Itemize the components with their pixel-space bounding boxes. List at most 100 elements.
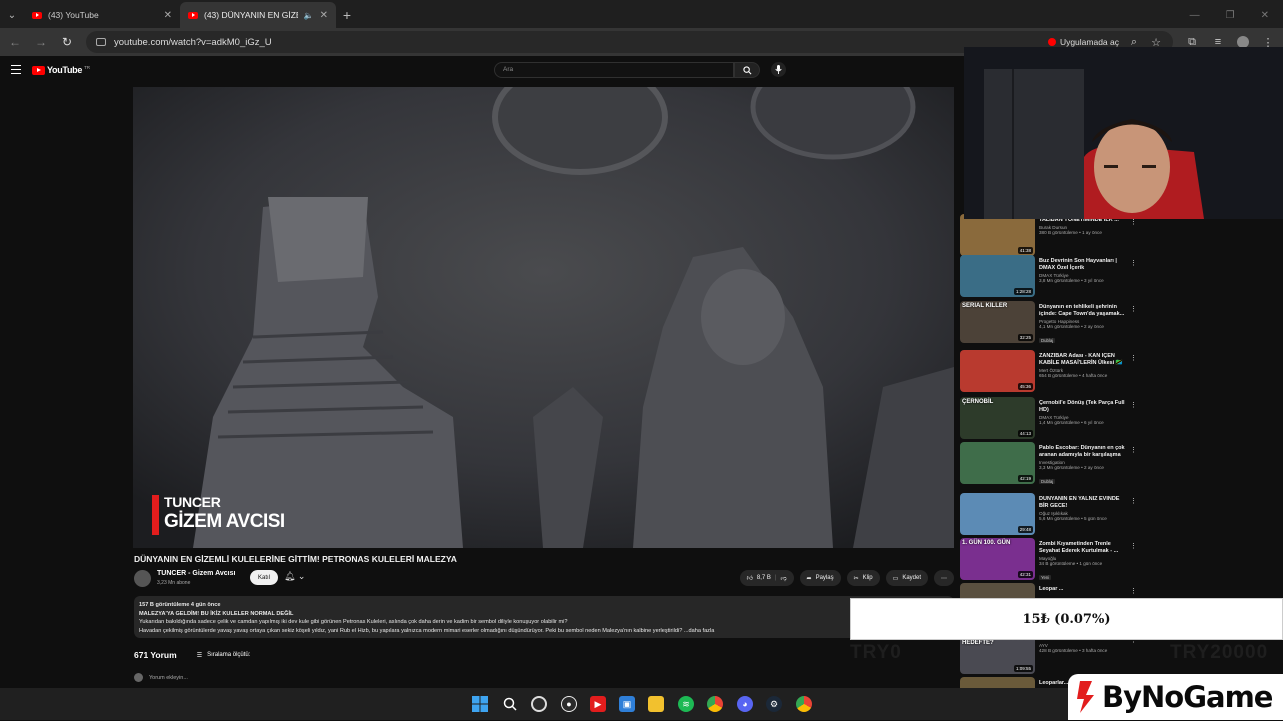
- steam-icon[interactable]: ⚙: [766, 696, 782, 712]
- chrome-2-icon[interactable]: [796, 696, 812, 712]
- more-actions-button[interactable]: ⋯: [934, 570, 954, 586]
- recommended-video[interactable]: SERIAL KILLER 32:25 Dünyanın en tehlikeli …: [960, 301, 1140, 345]
- youtube-masthead: YouTube TR: [0, 56, 964, 84]
- sponsor-logo: ByNoGame: [1068, 674, 1283, 720]
- url-text[interactable]: youtube.com/watch?v=adkM0_iGz_U: [114, 37, 272, 48]
- video-title[interactable]: Pablo Escobar: Dünyanın en çok aranan ad…: [1039, 445, 1129, 459]
- video-thumbnail[interactable]: SERIAL KILLER 32:25: [960, 301, 1035, 343]
- recommended-video[interactable]: 41:38 TALİBAN YÖNETİMİNDE İLK ... Burak Du…: [960, 214, 1140, 258]
- recommended-video[interactable]: 1. GÜN 100. GÜN 42:31 Zombi Kıyametinden T…: [960, 538, 1140, 582]
- video-title[interactable]: Dünyanın en tehlikeli şehrinin içinde: C…: [1039, 304, 1129, 318]
- open-in-app-button[interactable]: Uygulamada aç: [1047, 37, 1119, 47]
- site-info-icon[interactable]: [96, 38, 106, 46]
- add-comment-row[interactable]: Yorum ekleyin...: [134, 673, 188, 682]
- more-vertical-icon[interactable]: ⋮: [1130, 587, 1137, 595]
- new-tab-button[interactable]: +: [336, 2, 358, 28]
- video-duration: 45:36: [1017, 383, 1033, 390]
- voice-search-button[interactable]: [771, 62, 786, 77]
- save-playlist-icon: ▭: [892, 575, 899, 582]
- video-thumbnail[interactable]: 1:28:28: [960, 255, 1035, 297]
- more-vertical-icon[interactable]: ⋮: [1130, 497, 1137, 505]
- video-duration: 42:19: [1017, 475, 1033, 482]
- tab-search-icon[interactable]: ⌄: [0, 2, 24, 28]
- sort-comments-button[interactable]: ☰ Sıralama ölçütü:: [197, 652, 251, 659]
- video-title[interactable]: Buz Devrinin Son Hayvanları | DMAX Özel …: [1039, 258, 1129, 272]
- video-meta: 1,4 Mn görüntüleme • 6 yıl önce: [1039, 420, 1104, 426]
- tab-youtube[interactable]: (43) YouTube ✕: [24, 2, 180, 28]
- region-code: TR: [84, 65, 91, 70]
- youtube-app-icon[interactable]: ▶: [590, 696, 606, 712]
- recommended-video[interactable]: 45:36 ZANZİBAR Adası - KAN İÇEN KABİLE MA…: [960, 350, 1140, 394]
- video-thumbnail[interactable]: ÇERNOBİL 44:13: [960, 397, 1035, 439]
- channel-avatar[interactable]: [134, 570, 151, 587]
- like-button[interactable]: 👍︎ 8,7 B | 👎︎: [739, 570, 794, 586]
- windows-start-icon[interactable]: [472, 696, 488, 712]
- more-vertical-icon[interactable]: ⋮: [1130, 446, 1137, 454]
- recommended-video[interactable]: 42:19 Pablo Escobar: Dünyanın en çok aran…: [960, 442, 1140, 486]
- video-title[interactable]: ZANZİBAR Adası - KAN İÇEN KABİLE MASAİ'L…: [1039, 353, 1129, 367]
- taskbar-search-icon[interactable]: [502, 696, 518, 712]
- video-thumbnail[interactable]: 29:48: [960, 493, 1035, 535]
- join-button[interactable]: Katıl: [250, 570, 279, 585]
- forward-icon[interactable]: →: [34, 35, 48, 49]
- close-tab-icon[interactable]: ✕: [320, 10, 328, 21]
- tab-video[interactable]: (43) DÜNYANIN EN GİZEMLİ 🔈 ✕: [180, 2, 336, 28]
- like-count: 8,7 B: [756, 575, 771, 581]
- save-button[interactable]: ▭ Kaydet: [885, 570, 928, 586]
- video-title[interactable]: Çernobil'e Dönüş (Tek Parça Full HD): [1039, 400, 1129, 414]
- add-comment-input[interactable]: Yorum ekleyin...: [149, 675, 188, 681]
- github-icon[interactable]: ●: [561, 696, 577, 712]
- window-controls: — ❐ ✕: [1190, 2, 1283, 28]
- search-button[interactable]: [734, 62, 760, 78]
- more-vertical-icon[interactable]: ⋮: [1130, 305, 1137, 313]
- discord-icon[interactable]: ◕: [737, 696, 753, 712]
- minimize-icon[interactable]: —: [1190, 10, 1200, 21]
- tab-title: (43) YouTube: [48, 10, 99, 20]
- close-window-icon[interactable]: ✕: [1261, 10, 1269, 21]
- video-thumbnail[interactable]: 1. GÜN 100. GÜN 42:31: [960, 538, 1035, 580]
- clip-button[interactable]: ✂ Klip: [846, 570, 880, 586]
- file-explorer-icon[interactable]: [648, 696, 664, 712]
- video-title[interactable]: Leopar ...: [1039, 586, 1129, 593]
- video-thumbnail[interactable]: 42:19: [960, 442, 1035, 484]
- audio-playing-icon[interactable]: 🔈: [304, 11, 314, 20]
- more-vertical-icon[interactable]: ⋮: [1130, 218, 1137, 226]
- share-button[interactable]: ➦ Paylaş: [799, 570, 841, 586]
- watermark-bar: [152, 495, 159, 535]
- save-label: Kaydet: [902, 575, 921, 581]
- description-box[interactable]: 157 B görüntüleme 4 gün önce MALEZYA'YA …: [134, 596, 954, 638]
- video-player[interactable]: [133, 87, 954, 548]
- thumbs-down-icon[interactable]: 👎︎: [780, 574, 786, 582]
- more-vertical-icon[interactable]: ⋮: [1130, 542, 1137, 550]
- youtube-favicon-icon: [188, 11, 198, 19]
- video-title: DÜNYANIN EN GİZEMLİ KULELERİNE GİTTİM! P…: [134, 554, 457, 564]
- search-input[interactable]: Ara: [494, 62, 734, 78]
- video-thumbnail[interactable]: 41:38: [960, 214, 1035, 256]
- guide-menu-icon[interactable]: [11, 65, 21, 74]
- channel-name[interactable]: TUNCER - Gizem Avcısı: [157, 570, 235, 577]
- spotify-icon[interactable]: ≋: [678, 696, 694, 712]
- back-icon[interactable]: ←: [8, 35, 22, 49]
- photos-icon[interactable]: ▣: [619, 696, 635, 712]
- youtube-logo[interactable]: YouTube TR: [32, 65, 90, 75]
- chrome-beta-icon[interactable]: [531, 696, 547, 712]
- more-vertical-icon[interactable]: ⋮: [1130, 259, 1137, 267]
- notification-bell-icon[interactable]: 🔔︎ ⌄: [284, 571, 305, 582]
- video-thumbnail[interactable]: 45:36: [960, 350, 1035, 392]
- user-avatar: [134, 673, 143, 682]
- recommended-video[interactable]: 1:28:28 Buz Devrinin Son Hayvanları | DMA…: [960, 255, 1140, 299]
- thumbs-up-icon: 👍︎: [746, 576, 753, 582]
- video-title[interactable]: Zombi Kıyametinden Trenle Seyahat Ederek…: [1039, 541, 1129, 555]
- recommended-video[interactable]: 29:48 DÜNYANIN EN YALNIZ EVİNDE BİR GECE!…: [960, 493, 1140, 537]
- close-tab-icon[interactable]: ✕: [164, 10, 172, 21]
- more-vertical-icon[interactable]: ⋮: [1130, 354, 1137, 362]
- video-duration: 41:38: [1017, 247, 1033, 254]
- more-vertical-icon[interactable]: ⋮: [1130, 401, 1137, 409]
- chrome-icon[interactable]: [707, 696, 723, 712]
- recommended-video[interactable]: ÇERNOBİL 44:13 Çernobil'e Dönüş (Tek Parça…: [960, 397, 1140, 441]
- video-meta: 34 B görüntüleme • 1 gün önce: [1039, 561, 1103, 567]
- video-title[interactable]: DÜNYANIN EN YALNIZ EVİNDE BİR GECE!: [1039, 496, 1129, 510]
- more-horizontal-icon: ⋯: [941, 575, 947, 582]
- reload-icon[interactable]: ↻: [60, 35, 74, 49]
- maximize-icon[interactable]: ❐: [1226, 10, 1235, 21]
